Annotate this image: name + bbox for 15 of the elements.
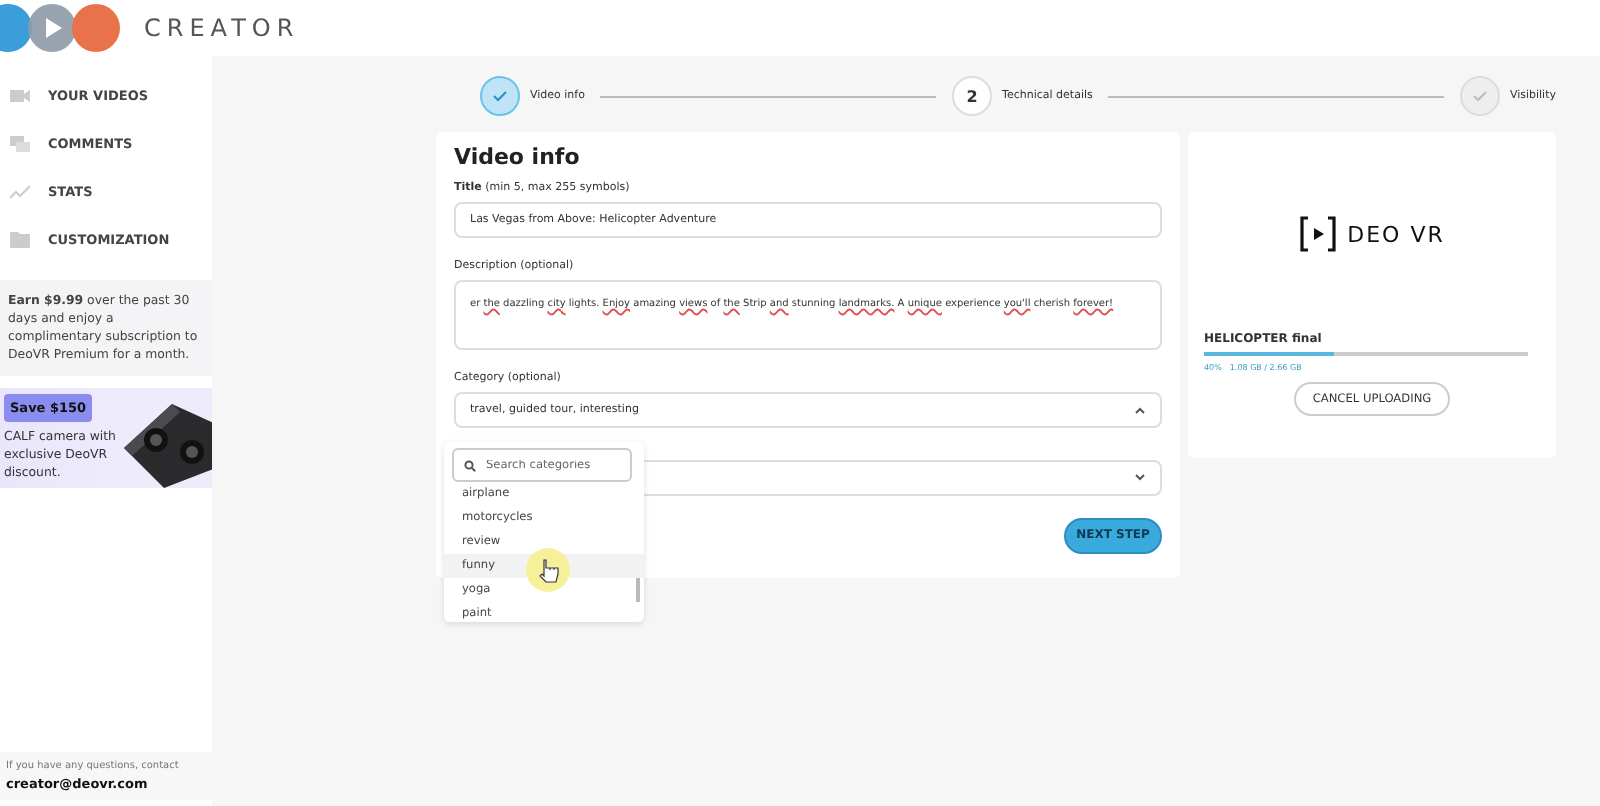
step-indicator: 2: [952, 76, 993, 116]
chevron-icon: [1134, 406, 1146, 415]
check-icon: [492, 90, 508, 102]
comments-icon: [10, 136, 30, 152]
logo-text: DEO VR: [1347, 221, 1445, 247]
play-icon: [1299, 216, 1336, 252]
search-icon: [464, 459, 476, 471]
form-heading: Video info: [454, 144, 582, 170]
stats-icon: [10, 184, 30, 200]
chevron-icon: [1134, 473, 1146, 482]
scrollbar-icon: [636, 578, 640, 602]
check-icon: [1471, 90, 1488, 102]
folder-icon: [10, 232, 30, 248]
brand-name: CREATOR: [144, 14, 300, 42]
video-icon: [10, 88, 30, 104]
